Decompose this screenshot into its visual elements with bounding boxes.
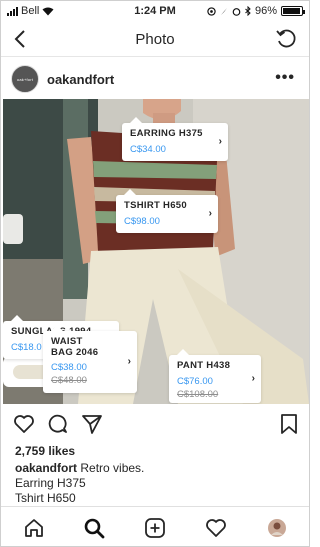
chevron-right-icon: › — [127, 356, 131, 367]
heart-icon[interactable] — [13, 413, 35, 435]
product-tag-old-price: C$48.00 — [51, 375, 87, 386]
share-icon[interactable] — [81, 413, 103, 435]
arrow-icon — [220, 7, 227, 15]
product-tag-price: C$34.00 — [130, 144, 166, 155]
product-tag-earring[interactable]: .t-earring::before{left:47px;} EARRING H… — [122, 117, 228, 161]
search-icon[interactable] — [83, 517, 105, 539]
chevron-right-icon: › — [251, 373, 255, 384]
comment-icon[interactable] — [47, 413, 69, 435]
post-photo[interactable]: .t-earring::before{left:47px;} EARRING H… — [3, 99, 309, 404]
refresh-icon[interactable] — [275, 28, 297, 50]
add-post-icon[interactable] — [144, 517, 166, 539]
activity-heart-icon[interactable] — [205, 517, 227, 539]
post-header: oak+fort oakandfort ••• — [1, 59, 309, 99]
post-username[interactable]: oakandfort — [47, 72, 114, 87]
product-tag-name: PANT H438 — [177, 360, 231, 371]
product-tag-price: C$98.00 — [124, 216, 160, 227]
product-tag-tshirt[interactable]: TSHIRT H650 C$98.00 › — [116, 189, 218, 233]
caption-username[interactable]: oakandfort — [15, 461, 77, 475]
post-caption: oakandfort Retro vibes. Earring H375 Tsh… — [15, 461, 300, 506]
product-tag-name-line-2: BAG 2046 — [51, 347, 99, 358]
location-icon — [207, 6, 216, 16]
caption-line: Tshirt H650 — [15, 491, 76, 505]
product-tag-name: WAIST — [51, 336, 83, 347]
product-tag-name: TSHIRT H650 — [124, 200, 187, 211]
product-tag-old-price: C$108.00 — [177, 389, 219, 400]
app-frame: Bell 1:24 PM 96% Photo oak+fort oakandfo… — [0, 0, 310, 547]
bluetooth-icon — [245, 6, 251, 16]
status-bar: Bell 1:24 PM 96% — [1, 1, 309, 23]
home-icon[interactable] — [23, 517, 45, 539]
profile-avatar-icon[interactable] — [266, 517, 288, 539]
battery-icon — [281, 6, 305, 16]
chevron-right-icon: › — [218, 136, 222, 147]
product-tag-name: EARRING H375 — [130, 128, 203, 139]
product-tag-pant[interactable]: PANT H438 C$76.00 C$108.00 › — [169, 349, 261, 403]
navigation-bar: Photo — [1, 23, 309, 57]
chevron-right-icon: › — [208, 208, 212, 219]
more-options-icon[interactable]: ••• — [275, 69, 295, 87]
battery-percent: 96% — [254, 5, 277, 17]
avatar-text: oak+fort — [16, 76, 34, 82]
page-title: Photo — [135, 31, 175, 48]
caption-text: Retro vibes. — [77, 461, 145, 475]
product-tag-price: C$76.00 — [177, 376, 213, 387]
product-tag-price: C$38.00 — [51, 362, 87, 373]
alarm-icon — [232, 7, 241, 16]
status-right: 96% — [207, 5, 305, 17]
avatar[interactable]: oak+fort — [11, 65, 39, 93]
caption-line: Earring H375 — [15, 476, 86, 490]
likes-count[interactable]: 2,759 likes — [15, 444, 75, 458]
product-tag-waist-bag[interactable]: WAIST BAG 2046 C$38.00 C$48.00 › — [43, 325, 137, 393]
post-actions — [1, 407, 309, 441]
bookmark-icon[interactable] — [278, 413, 300, 435]
tab-bar — [1, 506, 309, 546]
